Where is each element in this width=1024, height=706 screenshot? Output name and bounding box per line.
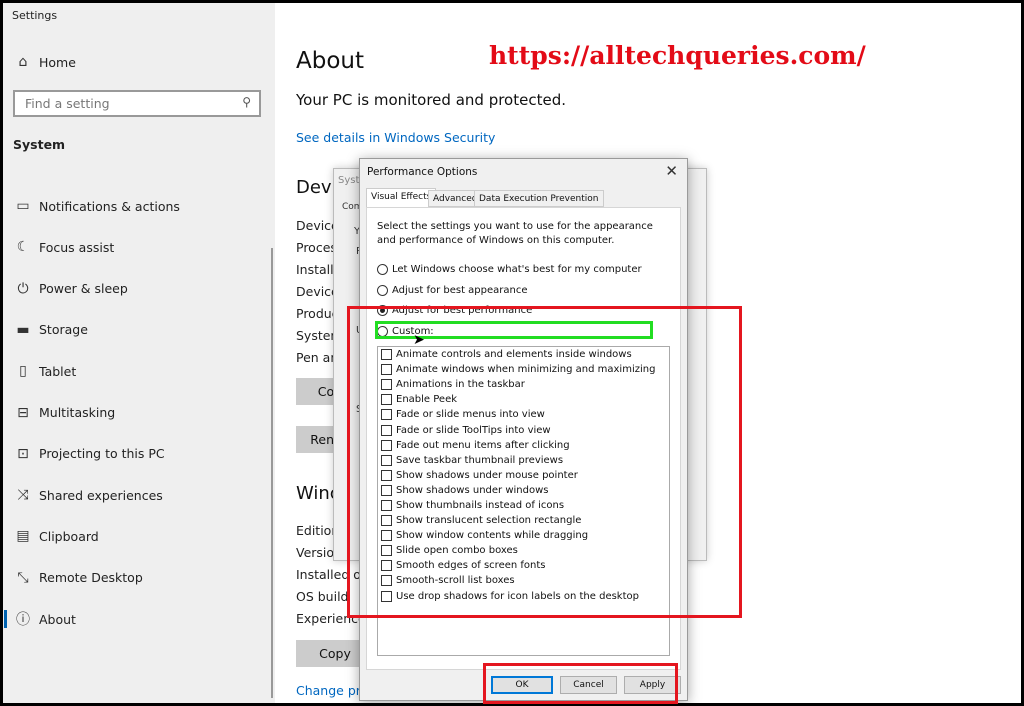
sidebar-item-label: Projecting to this PC [39, 446, 165, 462]
multitasking-icon: ⊟ [17, 404, 29, 421]
close-icon[interactable]: ✕ [665, 162, 678, 180]
sidebar-item-about[interactable]: ⓘ About [3, 604, 275, 634]
sidebar-item-label: Shared experiences [39, 487, 163, 503]
sidebar-item-label: Notifications & actions [39, 198, 180, 214]
security-link[interactable]: See details in Windows Security [296, 130, 495, 145]
sidebar-item-remote-desktop[interactable]: ⤡ Remote Desktop [3, 563, 275, 593]
sidebar-item-label: Tablet [39, 363, 77, 379]
sidebar-item-focus-assist[interactable]: ☾ Focus assist [3, 232, 275, 262]
clipboard-icon: ▤ [16, 528, 30, 545]
tab-data-execution-prevention[interactable]: Data Execution Prevention [474, 190, 604, 207]
search-placeholder: Find a setting [25, 96, 110, 111]
search-input[interactable]: Find a setting ⚲ [13, 90, 261, 117]
tablet-icon: ▯ [19, 363, 27, 380]
sidebar-item-label: Multitasking [39, 405, 116, 420]
home-icon: ⌂ [18, 54, 28, 70]
shared-icon: ⤨ [17, 487, 29, 504]
dialog-title: Performance Options [367, 166, 478, 178]
radio-button-icon[interactable] [377, 264, 388, 275]
storage-icon: ▬ [16, 321, 30, 338]
device-spec-label: Proces [296, 240, 337, 255]
windows-spec-label: OS build [296, 589, 349, 604]
sidebar-item-home[interactable]: ⌂ Home [3, 47, 275, 77]
copy-label: Copy [319, 646, 351, 661]
home-label: Home [39, 54, 76, 70]
sidebar-item-label: Storage [39, 322, 88, 338]
remote-icon: ⤡ [17, 569, 29, 586]
sidebar-item-label: Remote Desktop [39, 570, 143, 586]
sidebar-item-tablet[interactable]: ▯ Tablet [3, 356, 275, 386]
highlight-box-effects [347, 306, 742, 618]
sidebar-item-clipboard[interactable]: ▤ Clipboard [3, 521, 275, 551]
sidebar-item-label: About [39, 611, 76, 627]
sidebar-item-shared-experiences[interactable]: ⤨ Shared experiences [3, 480, 275, 510]
change-product-key-link[interactable]: Change pro [296, 683, 368, 698]
sidebar-item-label: Clipboard [39, 528, 99, 544]
power-icon: ⏻ [17, 280, 29, 297]
page-title: About [296, 48, 365, 74]
sidebar-item-power-sleep[interactable]: ⏻ Power & sleep [3, 274, 275, 304]
sidebar-item-multitasking[interactable]: ⊟ Multitasking [3, 398, 275, 428]
section-title: System [13, 137, 66, 152]
sidebar-item-storage[interactable]: ▬ Storage [3, 315, 275, 345]
device-spec-label: Pen an [296, 350, 339, 365]
notification-icon: ▭ [16, 198, 30, 214]
moon-icon: ☾ [16, 239, 30, 256]
sidebar: Settings ⌂ Home Find a setting ⚲ System ▭ N… [3, 3, 275, 703]
highlight-box-buttons [483, 663, 678, 704]
sidebar-item-projecting-to-this-pc[interactable]: ⊡ Projecting to this PC [3, 439, 275, 469]
sidebar-item-notifications-actions[interactable]: ▭ Notifications & actions [3, 191, 275, 221]
sidebar-item-label: Power & sleep [39, 281, 128, 297]
mouse-cursor-icon: ➤ [413, 332, 425, 348]
description: Select the settings you want to use for … [377, 221, 653, 246]
tab-visual-effects[interactable]: Visual Effects [366, 188, 437, 208]
app-title: Settings [12, 9, 58, 22]
info-icon: ⓘ [16, 612, 30, 628]
search-icon: ⚲ [242, 95, 251, 109]
projector-icon: ⊡ [17, 445, 29, 462]
radio-option[interactable]: Adjust for best appearance [377, 284, 528, 296]
sidebar-item-label: Focus assist [39, 239, 115, 255]
radio-label: Let Windows choose what's best for my co… [392, 264, 642, 275]
copy-label: Co [317, 384, 335, 399]
protection-status: Your PC is monitored and protected. [296, 91, 566, 109]
radio-button-icon[interactable] [377, 284, 388, 296]
radio-option[interactable]: Let Windows choose what's best for my co… [377, 264, 642, 275]
sidebar-scrollbar[interactable] [271, 248, 273, 698]
watermark: https://alltechqueries.com/ [489, 41, 866, 70]
radio-label: Adjust for best appearance [392, 284, 528, 296]
